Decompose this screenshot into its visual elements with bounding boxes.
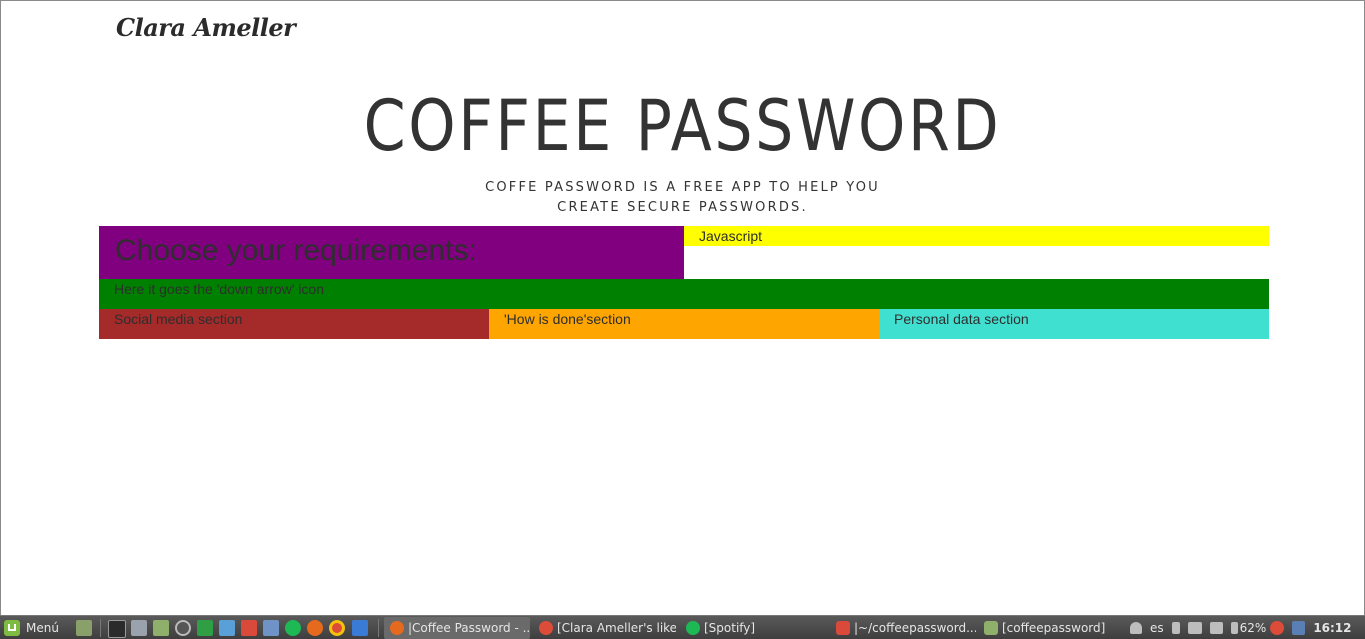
window-label: |Coffee Password - ... — [408, 621, 530, 635]
clock[interactable]: 16:12 — [1313, 621, 1351, 635]
files-launcher-icon[interactable] — [153, 620, 169, 636]
personal-data-section: Personal data section — [879, 309, 1269, 339]
window-button-spotify[interactable]: [Spotify] — [680, 617, 830, 639]
battery-icon[interactable] — [1230, 621, 1238, 634]
javascript-section: Javascript — [684, 226, 1269, 246]
firefox-launcher-icon[interactable] — [307, 620, 323, 636]
pdf-reader-launcher-icon[interactable] — [241, 620, 257, 636]
personal-data-label: Personal data section — [894, 311, 1029, 327]
page-subtitle: COFFE PASSWORD IS A FREE APP TO HELP YOU… — [1, 178, 1364, 218]
requirements-heading: Choose your requirements: — [115, 234, 477, 267]
chrome-icon — [539, 621, 553, 635]
how-is-done-section: 'How is done'section — [489, 309, 879, 339]
wifi-icon[interactable] — [1187, 621, 1202, 634]
webcam-launcher-icon[interactable] — [175, 620, 191, 636]
mint-logo-icon — [4, 619, 20, 636]
user-icon[interactable] — [1130, 621, 1142, 634]
window-button-chrome[interactable]: [Clara Ameller's like... — [533, 617, 676, 639]
javascript-label: Javascript — [699, 228, 763, 244]
screenshot-launcher-icon[interactable] — [352, 620, 368, 636]
folder-icon — [984, 621, 998, 635]
terminal-icon — [836, 621, 850, 635]
start-menu-button[interactable]: Menú — [4, 616, 59, 639]
calculator-launcher-icon[interactable] — [131, 620, 147, 636]
browser-viewport: Clara Ameller COFFEE PASSWORD COFFE PASS… — [0, 0, 1365, 616]
social-media-section: Social media section — [99, 309, 489, 339]
battery-percentage: 62% — [1239, 620, 1267, 635]
menu-label: Menú — [26, 620, 59, 635]
spotify-launcher-icon[interactable] — [285, 620, 301, 636]
window-label: [Spotify] — [704, 621, 756, 635]
window-button-terminal[interactable]: |~/coffeepassword... — [830, 617, 976, 639]
window-label: |~/coffeepassword... — [854, 621, 976, 635]
chrome-tray-icon[interactable] — [1270, 620, 1285, 635]
virtualbox-launcher-icon[interactable] — [263, 620, 279, 636]
window-label: [coffeepassword] — [1002, 621, 1106, 635]
brand-logo[interactable]: Clara Ameller — [116, 13, 296, 42]
page-title: COFFEE PASSWORD — [363, 85, 1002, 167]
hangouts-launcher-icon[interactable] — [197, 620, 213, 636]
chrome-launcher-icon[interactable] — [329, 620, 345, 636]
down-arrow-placeholder: Here it goes the 'down arrow' icon — [114, 281, 325, 297]
how-is-done-label: 'How is done'section — [504, 311, 631, 327]
shield-icon[interactable] — [1292, 620, 1306, 635]
keyboard-layout[interactable]: es — [1150, 621, 1164, 635]
subtitle-line-1: COFFE PASSWORD IS A FREE APP TO HELP YOU — [485, 180, 880, 195]
requirements-section: Choose your requirements: — [99, 226, 684, 279]
separator — [378, 619, 379, 637]
social-media-label: Social media section — [114, 311, 243, 327]
spotify-icon — [686, 621, 700, 635]
terminal-launcher-icon[interactable] — [108, 620, 126, 638]
firefox-icon — [390, 621, 404, 635]
volume-icon[interactable] — [1209, 621, 1223, 634]
separator — [100, 619, 101, 637]
system-tray: es 62% 16:12 — [1130, 616, 1352, 639]
window-label: [Clara Ameller's like... — [557, 621, 676, 635]
bluetooth-icon[interactable] — [1171, 621, 1180, 634]
taskbar: Menú |Coffee Password - ... [Clara Amell… — [0, 615, 1365, 639]
down-arrow-section[interactable]: Here it goes the 'down arrow' icon — [99, 279, 1269, 309]
subtitle-line-2: CREATE SECURE PASSWORDS. — [557, 200, 808, 215]
window-button-folder[interactable]: [coffeepassword] — [978, 617, 1118, 639]
writer-launcher-icon[interactable] — [219, 620, 235, 636]
window-button-coffee-password[interactable]: |Coffee Password - ... — [384, 617, 530, 639]
show-desktop-icon[interactable] — [76, 620, 92, 636]
